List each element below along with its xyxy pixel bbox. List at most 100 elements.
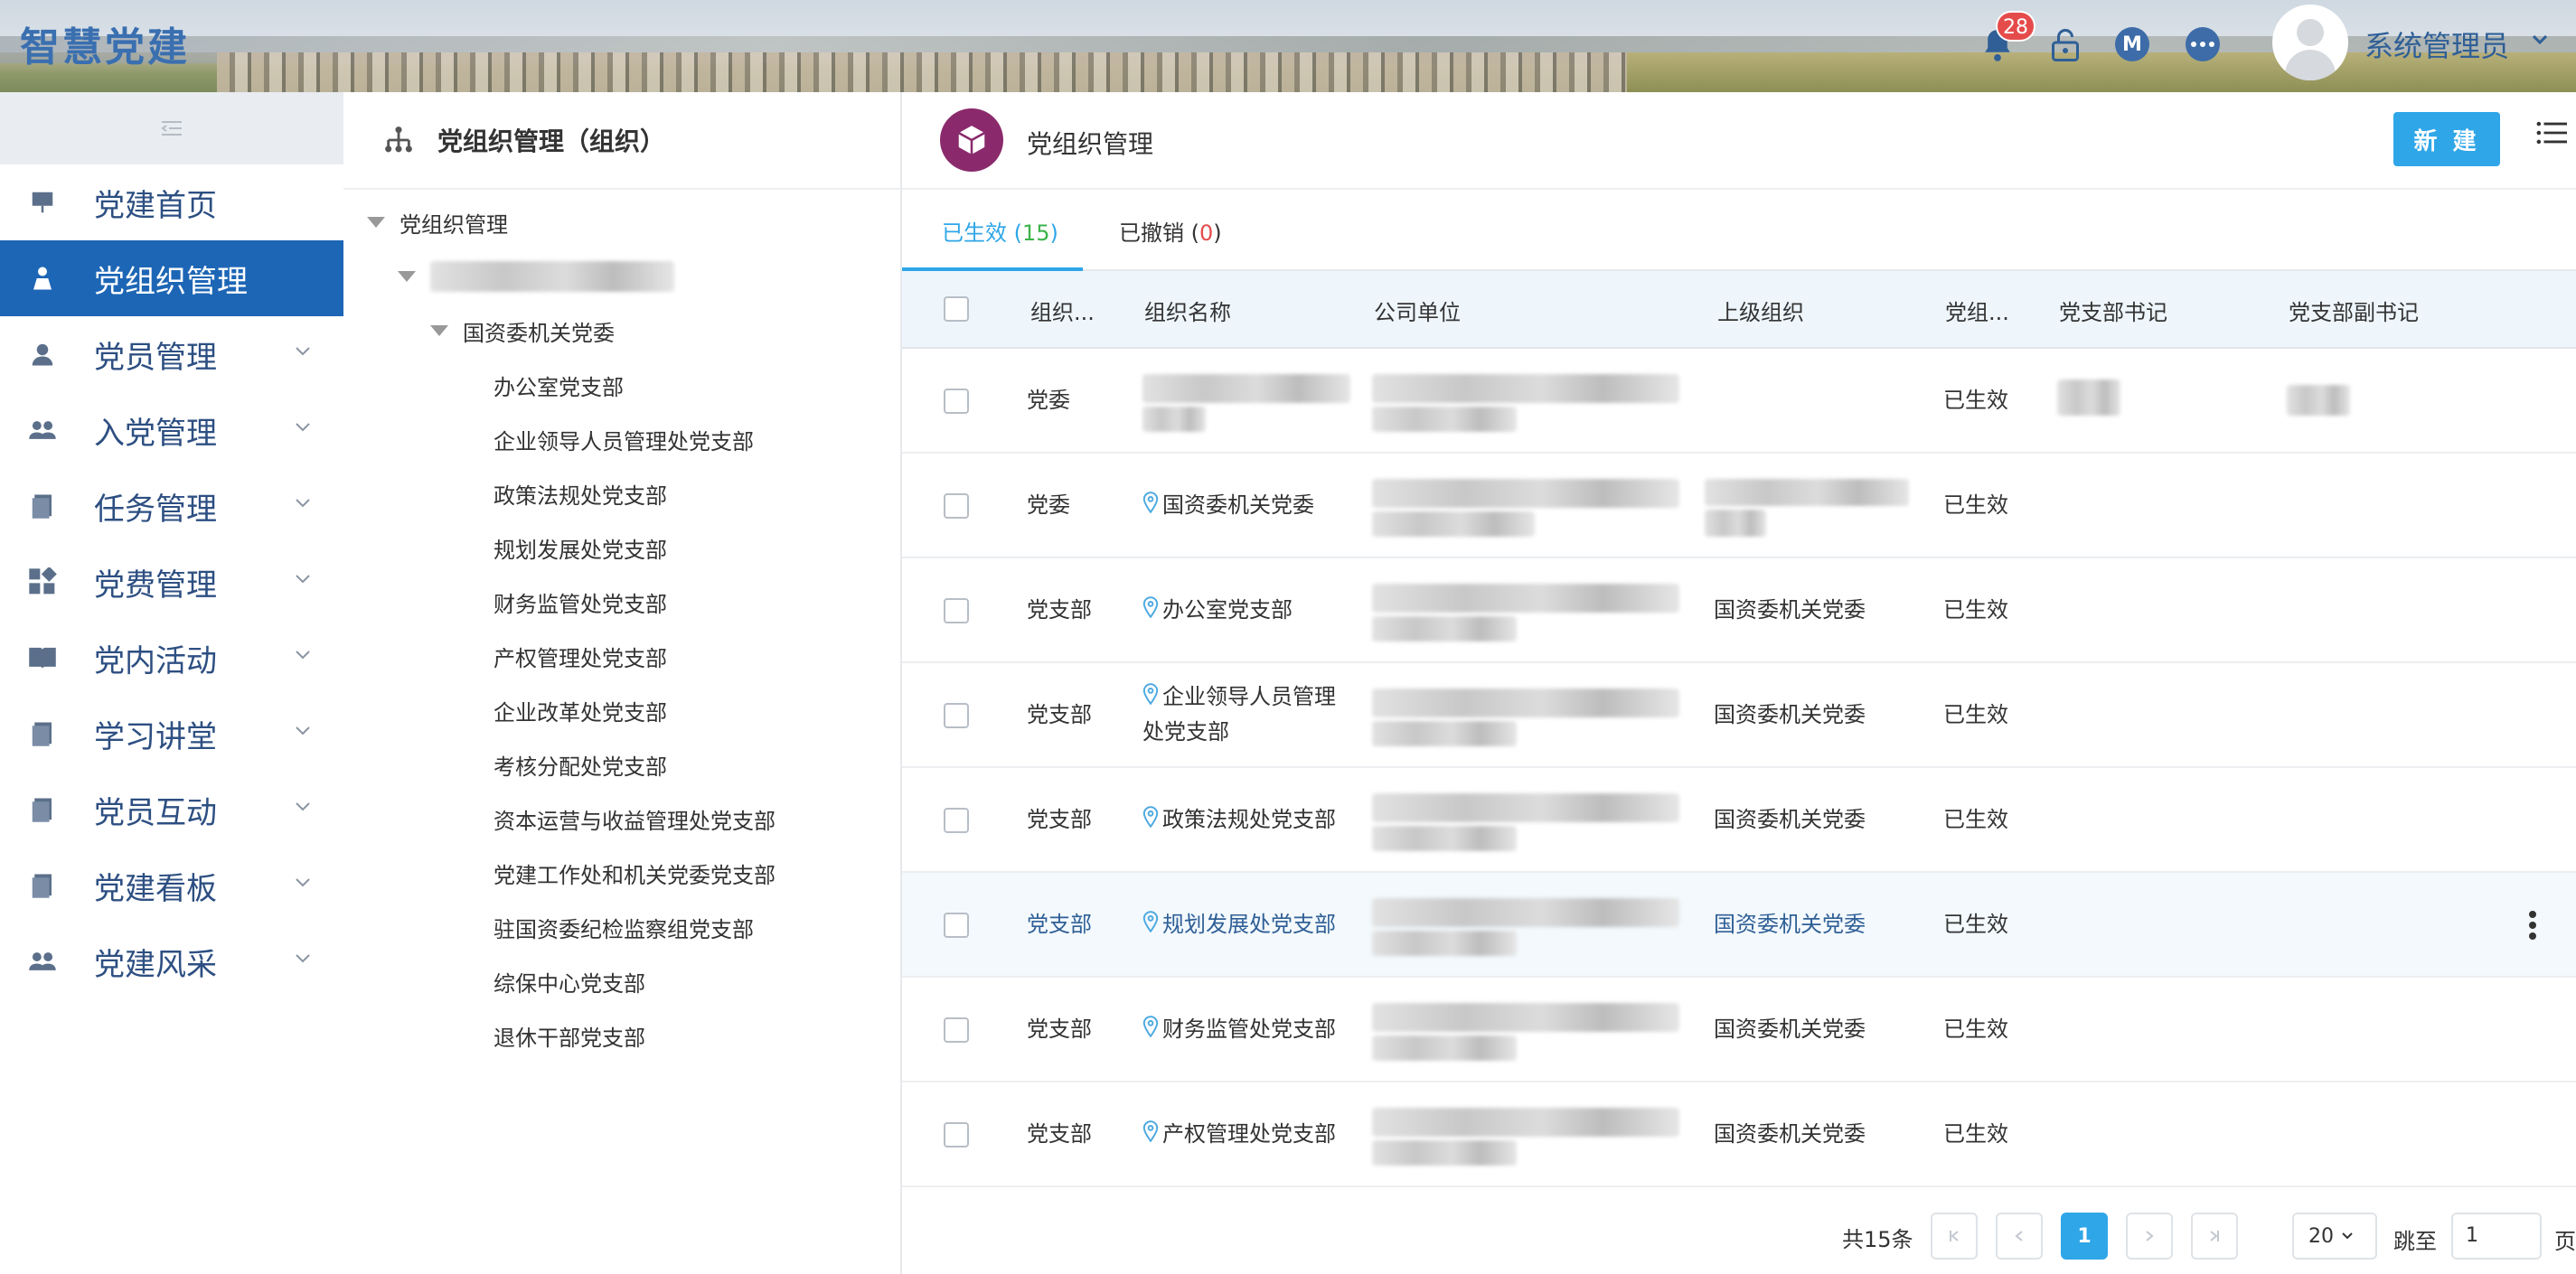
row-actions-icon[interactable] (2529, 907, 2536, 943)
tree-node-redacted[interactable] (398, 258, 674, 295)
org-name-cell[interactable]: 政策法规处党支部 (1142, 802, 1336, 838)
caret-down-icon[interactable] (398, 271, 416, 282)
column-header[interactable]: 上级组织 (1717, 295, 1804, 326)
tree-node-child[interactable]: 综保中心党支部 (494, 963, 645, 999)
table-row[interactable]: 党支部 企业领导人员管理 处党支部 国资委机关党委 已生效 (902, 663, 2576, 768)
tree-node-root[interactable]: 党组织管理 (367, 204, 508, 240)
org-name-cell[interactable]: 企业领导人员管理 处党支部 (1142, 679, 1356, 749)
group-icon (27, 415, 58, 445)
org-name-cell[interactable]: 财务监管处党支部 (1142, 1012, 1336, 1047)
tree-node-child[interactable]: 财务监管处党支部 (494, 584, 667, 620)
table-row[interactable]: 党支部 办公室党支部 国资委机关党委 已生效 (902, 558, 2576, 663)
sidebar-item-dashboard[interactable]: 党建看板 (0, 848, 343, 923)
redacted-label (430, 261, 674, 292)
jump-page-input[interactable]: 1 (2451, 1213, 2542, 1260)
new-button[interactable]: 新 建 (2393, 112, 2500, 166)
first-page-button[interactable] (1931, 1213, 1978, 1260)
m-icon[interactable]: M (2115, 27, 2149, 61)
chevron-down-icon (2342, 1232, 2353, 1240)
sidebar-item-fees[interactable]: 党费管理 (0, 544, 343, 620)
column-header[interactable]: 组织... (1030, 295, 1095, 326)
org-chart-icon (385, 126, 412, 153)
page-button-current[interactable]: 1 (2061, 1213, 2108, 1260)
tree-node-child[interactable]: 资本运营与收益管理处党支部 (494, 801, 776, 837)
list-icon[interactable] (2536, 119, 2567, 150)
sidebar-item-activities[interactable]: 党内活动 (0, 620, 343, 696)
sidebar-item-join[interactable]: 入党管理 (0, 392, 343, 468)
org-name-cell[interactable]: 国资委机关党委 (1142, 488, 1314, 523)
tree-node-child[interactable]: 产权管理处党支部 (494, 638, 667, 674)
tree-node-child[interactable]: 政策法规处党支部 (494, 475, 667, 511)
page-size-select[interactable]: 20 (2292, 1213, 2377, 1260)
next-page-button[interactable] (2126, 1213, 2173, 1260)
username[interactable]: 系统管理员 (2364, 23, 2509, 65)
sidebar-collapse-button[interactable] (0, 92, 343, 164)
column-header[interactable]: 党组... (1945, 295, 2009, 326)
org-name-cell[interactable]: 规划发展处党支部 (1142, 907, 1336, 942)
tree-header: 党组织管理（组织） (343, 92, 900, 190)
app-brand: 智慧党建 (20, 24, 190, 70)
table-row[interactable]: 党支部 产权管理处党支部 国资委机关党委 已生效 (902, 1082, 2576, 1187)
column-header[interactable]: 党支部副书记 (2289, 295, 2419, 326)
redacted-cell (1372, 1140, 1517, 1166)
org-name-cell[interactable]: 产权管理处党支部 (1142, 1117, 1336, 1152)
document-icon (27, 718, 58, 749)
parent-org-cell: 国资委机关党委 (1714, 1121, 1866, 1147)
tree-node-child[interactable]: 企业改革处党支部 (494, 692, 667, 728)
column-header[interactable]: 组织名称 (1144, 295, 1231, 326)
tree-node-child[interactable]: 驻国资委纪检监察组党支部 (494, 909, 754, 945)
grid-icon (27, 567, 58, 597)
tree-node-child[interactable]: 规划发展处党支部 (494, 529, 667, 566)
more-icon[interactable] (2186, 27, 2220, 61)
sidebar-item-home[interactable]: 党建首页 (0, 164, 343, 240)
redacted-cell (1372, 793, 1679, 822)
tree-node-child[interactable]: 退休干部党支部 (494, 1017, 645, 1054)
table-row[interactable]: 党支部 规划发展处党支部 国资委机关党委 已生效 (902, 873, 2576, 978)
table-row[interactable]: 党支部 政策法规处党支部 国资委机关党委 已生效 (902, 768, 2576, 873)
row-checkbox[interactable] (944, 598, 969, 623)
chevron-down-icon[interactable] (2531, 33, 2549, 50)
avatar[interactable] (2272, 5, 2348, 80)
prev-page-button[interactable] (1996, 1213, 2043, 1260)
table-row[interactable]: 党委 国资委机关党委 已生效 (902, 454, 2576, 558)
row-checkbox[interactable] (944, 493, 969, 519)
select-all-checkbox[interactable] (944, 296, 969, 322)
sidebar-item-interaction[interactable]: 党员互动 (0, 772, 343, 848)
table-row[interactable]: 党支部 财务监管处党支部 国资委机关党委 已生效 (902, 978, 2576, 1082)
column-header[interactable]: 公司单位 (1374, 295, 1461, 326)
sidebar-item-showcase[interactable]: 党建风采 (0, 923, 343, 999)
sidebar-item-org[interactable]: 党组织管理 (0, 240, 343, 316)
row-checkbox[interactable] (944, 913, 969, 938)
tab-revoked-orgs[interactable]: 已撤销 (0) (1119, 215, 1222, 247)
tree-node-child[interactable]: 办公室党支部 (494, 367, 624, 403)
tree-node-level2[interactable]: 国资委机关党委 (430, 313, 615, 349)
row-checkbox[interactable] (944, 1017, 969, 1043)
tab-active-orgs[interactable]: 已生效 (15) (942, 215, 1058, 247)
row-checkbox[interactable] (944, 389, 969, 414)
redacted-cell (1372, 689, 1679, 717)
column-header[interactable]: 党支部书记 (2059, 295, 2167, 326)
caret-down-icon[interactable] (367, 217, 385, 228)
tree-node-child[interactable]: 企业领导人员管理处党支部 (494, 421, 754, 457)
sidebar: 党建首页 党组织管理 党员管理 入党管理 任务管理 党费管理 党内活动 学习讲堂… (0, 92, 343, 1274)
tree-node-label: 党组织管理 (400, 211, 508, 238)
caret-down-icon[interactable] (430, 325, 448, 336)
org-type-cell: 党支部 (1027, 597, 1092, 623)
unlock-icon[interactable] (2047, 27, 2083, 63)
row-checkbox[interactable] (944, 703, 969, 728)
sidebar-item-learning[interactable]: 学习讲堂 (0, 696, 343, 772)
org-name-cell[interactable]: 办公室党支部 (1142, 593, 1293, 628)
tree-node-child[interactable]: 考核分配处党支部 (494, 746, 667, 782)
sidebar-item-label: 任务管理 (94, 491, 217, 528)
row-checkbox[interactable] (944, 808, 969, 833)
tree-node-child[interactable]: 党建工作处和机关党委党支部 (494, 855, 776, 891)
parent-org-cell: 国资委机关党委 (1714, 702, 1866, 727)
last-page-button[interactable] (2191, 1213, 2238, 1260)
location-pin-icon (1142, 680, 1159, 715)
row-checkbox[interactable] (944, 1122, 969, 1148)
sidebar-item-label: 党建风采 (94, 946, 217, 983)
sidebar-item-members[interactable]: 党员管理 (0, 316, 343, 392)
table-row[interactable]: 党委 已生效 (902, 349, 2576, 454)
sidebar-item-tasks[interactable]: 任务管理 (0, 468, 343, 544)
org-type-cell: 党支部 (1027, 807, 1092, 832)
